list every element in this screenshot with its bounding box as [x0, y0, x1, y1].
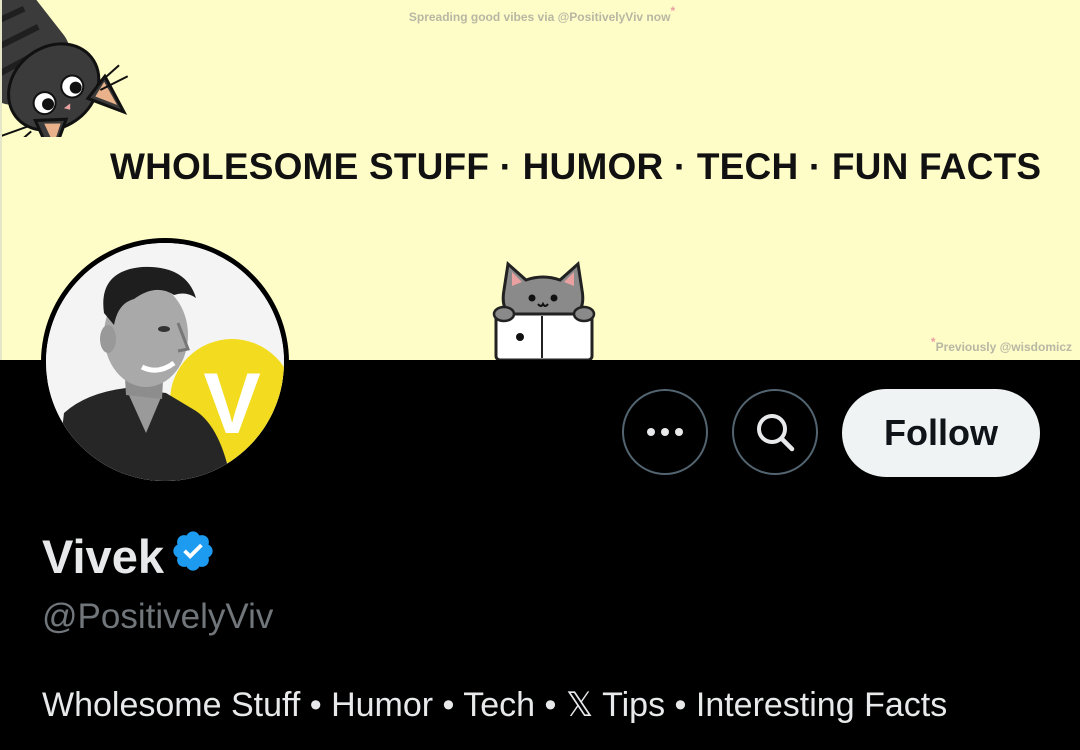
banner-previous-note: *Previously @wisdomicz — [931, 335, 1072, 354]
banner-headline: WHOLESOME STUFF · HUMOR · TECH · FUN FAC… — [110, 146, 1042, 187]
more-options-button[interactable] — [622, 389, 708, 475]
verified-badge-icon[interactable] — [170, 528, 216, 585]
laptop-cat-illustration — [492, 261, 596, 360]
avatar[interactable]: V — [46, 243, 284, 481]
display-name: Vivek — [42, 530, 164, 583]
user-handle: @PositivelyViv — [42, 597, 274, 636]
avatar-photo: V — [46, 243, 284, 481]
banner-prev-asterisk: * — [930, 335, 936, 349]
banner-top-note: Spreading good vibes via @PositivelyViv … — [2, 4, 1080, 24]
follow-button[interactable]: Follow — [842, 389, 1040, 477]
search-icon — [757, 414, 795, 452]
display-name-row: Vivek — [42, 528, 216, 585]
banner-top-note-text: Spreading good vibes via @PositivelyViv … — [408, 10, 671, 24]
more-horizontal-icon — [647, 428, 683, 436]
banner-previous-note-text: Previously @wisdomicz — [935, 340, 1072, 354]
cat-illustration — [2, 0, 129, 137]
banner-top-note-asterisk: * — [670, 4, 676, 18]
search-profile-button[interactable] — [732, 389, 818, 475]
profile-bio: Wholesome Stuff • Humor • Tech • 𝕏 Tips … — [42, 686, 948, 724]
